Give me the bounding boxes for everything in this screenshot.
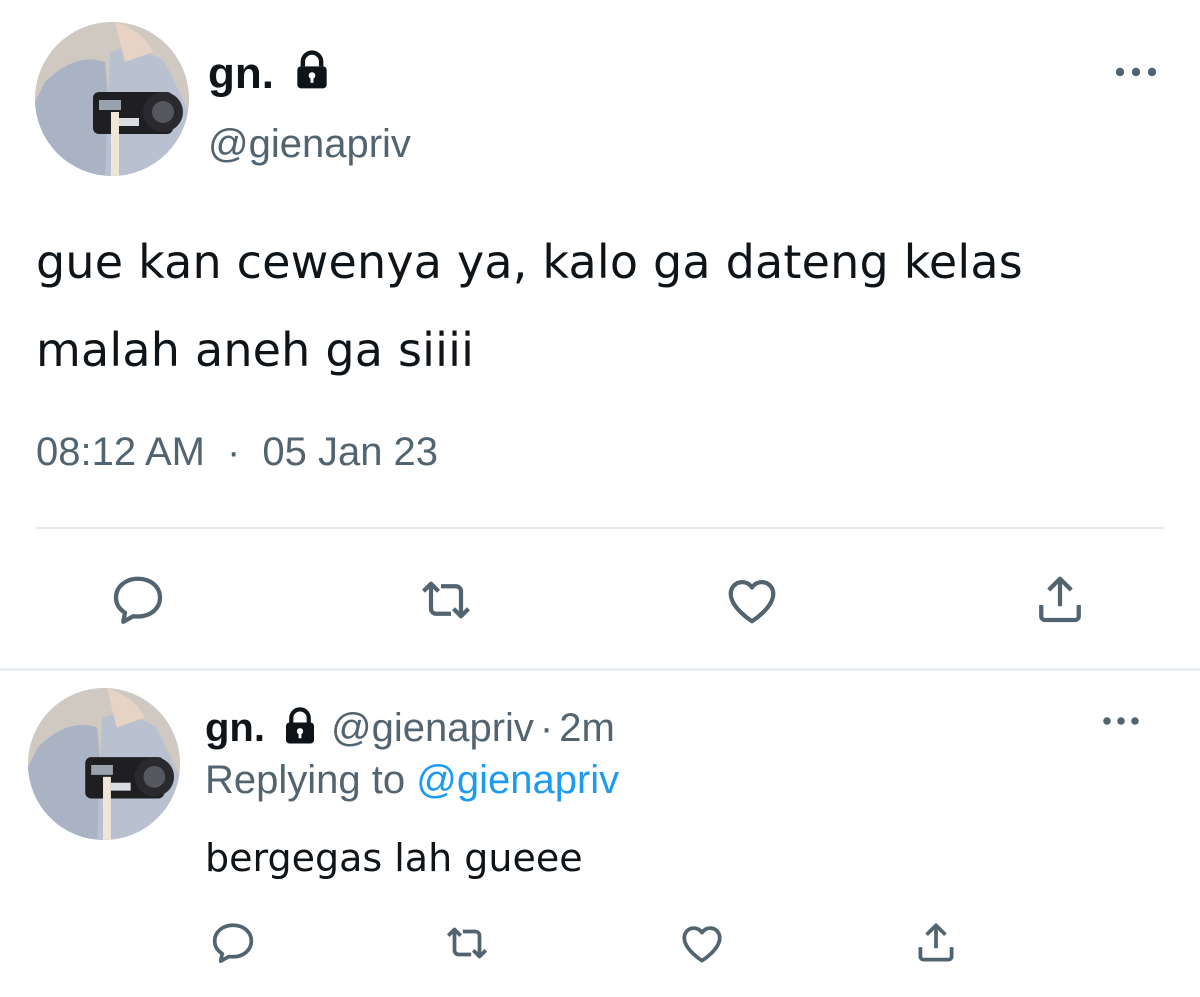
display-name[interactable]: gn. bbox=[208, 48, 274, 100]
like-icon[interactable] bbox=[722, 570, 782, 630]
like-icon[interactable] bbox=[677, 918, 727, 968]
avatar[interactable] bbox=[35, 22, 189, 176]
replying-to-label: Replying to bbox=[205, 758, 406, 802]
tweet-time[interactable]: 08:12 AM bbox=[36, 430, 205, 474]
reply-display-name[interactable]: gn. bbox=[205, 706, 265, 750]
reply-text: bergegas lah gueee bbox=[205, 836, 583, 880]
username[interactable]: @gienapriv bbox=[208, 120, 411, 168]
reply-icon[interactable] bbox=[208, 918, 258, 968]
tweet-date[interactable]: 05 Jan 23 bbox=[262, 430, 438, 474]
more-icon[interactable] bbox=[1112, 62, 1160, 82]
meta-separator: · bbox=[227, 430, 241, 474]
divider bbox=[36, 527, 1164, 529]
lock-icon bbox=[290, 48, 334, 92]
share-icon[interactable] bbox=[1030, 570, 1090, 630]
tweet-text: gue kan cewenya ya, kalo ga dateng kelas… bbox=[36, 235, 1023, 377]
retweet-icon[interactable] bbox=[442, 918, 492, 968]
reply-header: gn. @gienapriv · 2m bbox=[205, 700, 615, 756]
reply-icon[interactable] bbox=[108, 570, 168, 630]
more-icon[interactable] bbox=[1100, 712, 1142, 730]
retweet-icon[interactable] bbox=[416, 570, 476, 630]
lock-icon bbox=[279, 705, 321, 747]
divider bbox=[0, 668, 1200, 671]
share-icon[interactable] bbox=[911, 918, 961, 968]
reply-separator: · bbox=[539, 706, 554, 750]
replying-to-mention[interactable]: @gienapriv bbox=[416, 758, 619, 802]
reply-username[interactable]: @gienapriv bbox=[331, 706, 534, 750]
reply-time[interactable]: 2m bbox=[559, 706, 615, 750]
replying-to: Replying to @gienapriv bbox=[205, 752, 619, 808]
tweet-timestamp[interactable]: 08:12 AM · 05 Jan 23 bbox=[36, 426, 438, 478]
reply-avatar[interactable] bbox=[28, 688, 180, 840]
